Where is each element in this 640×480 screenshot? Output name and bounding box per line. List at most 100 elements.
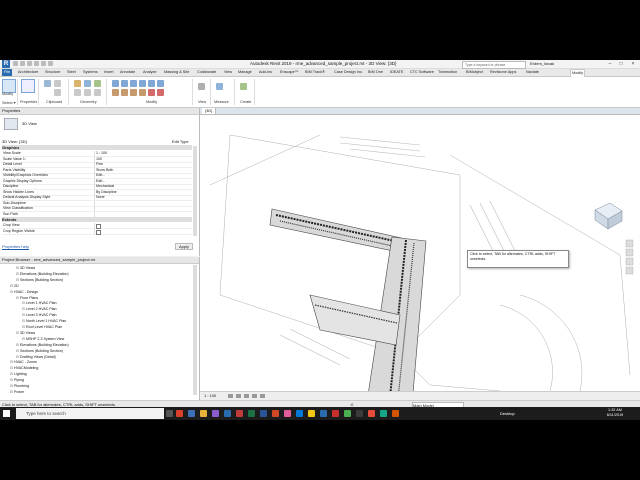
- tab-file[interactable]: File: [2, 69, 12, 76]
- browser-item[interactable]: ⊟ Level 3 HVAC Plan: [22, 313, 57, 318]
- excel-icon[interactable]: [248, 410, 255, 417]
- tab-naviate[interactable]: Naviate: [526, 70, 539, 75]
- split-face-icon[interactable]: [84, 89, 91, 96]
- browser-item[interactable]: ⊟ Roof Level HVAC Plan: [22, 325, 62, 330]
- desktop-toolbar[interactable]: Desktop: [500, 411, 515, 416]
- redo-icon[interactable]: [34, 61, 39, 66]
- copy-icon[interactable]: [54, 89, 61, 96]
- properties-icon[interactable]: [21, 79, 35, 93]
- apply-button[interactable]: Apply: [175, 243, 194, 250]
- taskbar-search[interactable]: Type here to search: [16, 408, 164, 419]
- browser-item[interactable]: ⊟ Plumbing: [10, 384, 29, 389]
- browser-item[interactable]: ⊟ 3D Views: [16, 331, 35, 336]
- cope-icon[interactable]: [74, 80, 81, 87]
- property-row[interactable]: Crop Region Visible: [2, 228, 192, 235]
- tab-revitzone[interactable]: Revitzone Apps: [490, 70, 516, 75]
- browser-item[interactable]: ⊟ HVACModeling: [10, 366, 38, 371]
- property-value[interactable]: Edit...: [96, 179, 105, 184]
- view-tab-3d[interactable]: {3D}: [202, 108, 217, 114]
- instance-filter[interactable]: 3D View: {3D}: [2, 139, 27, 144]
- browser-item[interactable]: ⊟ HVAC - Design: [10, 290, 38, 295]
- browser-item[interactable]: ⊟ Lighting: [10, 372, 27, 377]
- modify-tool-icon[interactable]: [2, 79, 16, 93]
- property-value[interactable]: Show Both: [96, 168, 113, 173]
- detail-level-icon[interactable]: [228, 394, 233, 398]
- building-model-drawing[interactable]: [200, 115, 640, 391]
- tab-manage[interactable]: Manage: [238, 70, 252, 75]
- task-view-icon[interactable]: [166, 410, 173, 417]
- delete-icon[interactable]: [157, 89, 164, 96]
- cut-icon[interactable]: [54, 80, 61, 87]
- create-icon[interactable]: [240, 83, 247, 90]
- tab-ideate[interactable]: IDEATE: [390, 70, 403, 75]
- save-icon[interactable]: [20, 61, 25, 66]
- tab-bim-track[interactable]: BIM Track®: [305, 70, 325, 75]
- visual-style-icon[interactable]: [236, 394, 241, 398]
- property-value[interactable]: Edit...: [96, 173, 105, 178]
- app-icon[interactable]: [296, 410, 303, 417]
- browser-item[interactable]: ⊟ Elevations (Building Elevation): [16, 343, 69, 348]
- trim-icon[interactable]: [112, 89, 119, 96]
- panel-label-select[interactable]: Select ▾: [2, 100, 16, 105]
- browser-item[interactable]: ⊟ Sections (Building Section): [16, 278, 63, 283]
- app-icon[interactable]: [356, 410, 363, 417]
- revit-taskbar-icon[interactable]: [224, 410, 231, 417]
- shadows-icon[interactable]: [252, 394, 257, 398]
- tab-case-design[interactable]: Case Design Inc.: [334, 70, 363, 75]
- browser-scrollbar[interactable]: [193, 265, 197, 395]
- tab-structure[interactable]: Structure: [45, 70, 60, 75]
- browser-item[interactable]: ⊟ Elevations (Building Elevation): [16, 272, 69, 277]
- tab-architecture[interactable]: Architecture: [18, 70, 38, 75]
- browser-item[interactable]: ⊟ Drafting Views (Detail): [16, 355, 56, 360]
- user-name[interactable]: Erdem_ilovak: [530, 61, 554, 66]
- split-icon[interactable]: [121, 89, 128, 96]
- scale-icon[interactable]: [139, 89, 146, 96]
- tab-steel[interactable]: Steel: [67, 70, 76, 75]
- windows-start-icon[interactable]: [3, 410, 10, 417]
- tab-insert[interactable]: Insert: [104, 70, 114, 75]
- view-icon[interactable]: [198, 83, 205, 90]
- minimize-icon[interactable]: –: [605, 60, 615, 68]
- browser-item[interactable]: ⊟ Floor Plans: [16, 296, 38, 301]
- measure-tool-icon[interactable]: [216, 83, 223, 90]
- tab-twinmotion[interactable]: Twinmotion: [438, 70, 457, 75]
- tab-systems[interactable]: Systems: [83, 70, 98, 75]
- crop-view-icon[interactable]: [260, 394, 265, 398]
- edit-type-button[interactable]: Edit Type: [172, 139, 189, 144]
- paint-icon[interactable]: [94, 89, 101, 96]
- app-icon[interactable]: [188, 410, 195, 417]
- close-icon[interactable]: ×: [628, 60, 638, 68]
- align-icon[interactable]: [112, 80, 119, 87]
- property-value[interactable]: By Discipline: [96, 190, 117, 195]
- app-icon[interactable]: [212, 410, 219, 417]
- browser-item[interactable]: ⊟ Power: [10, 390, 24, 395]
- tab-bim-one[interactable]: BIM One: [368, 70, 383, 75]
- sun-path-icon[interactable]: [244, 394, 249, 398]
- browser-item[interactable]: ⊟ Level 1 HVAC Plan: [22, 301, 57, 306]
- maximize-icon[interactable]: □: [616, 60, 626, 68]
- properties-scrollbar[interactable]: [193, 146, 197, 236]
- app-icon[interactable]: [332, 410, 339, 417]
- tab-enscape[interactable]: Enscape™: [280, 70, 299, 75]
- powerpoint-icon[interactable]: [272, 410, 279, 417]
- tab-view[interactable]: View: [224, 70, 232, 75]
- tab-collaborate[interactable]: Collaborate: [197, 70, 216, 75]
- app-icon[interactable]: [344, 410, 351, 417]
- graphics-section[interactable]: Graphics: [2, 145, 192, 150]
- tab-annotate[interactable]: Annotate: [120, 70, 135, 75]
- system-clock[interactable]: 1:32 AM 6/11/2019: [600, 408, 630, 418]
- properties-help-link[interactable]: Properties help: [2, 244, 29, 249]
- tab-bimobject[interactable]: BIMobject: [466, 70, 483, 75]
- undo-icon[interactable]: [27, 61, 32, 66]
- tab-modify[interactable]: Modify: [570, 69, 586, 77]
- property-value[interactable]: None: [96, 195, 105, 200]
- browser-item[interactable]: ⊟ 2D: [10, 284, 19, 289]
- app-icon[interactable]: [284, 410, 291, 417]
- mirror-icon[interactable]: [130, 80, 137, 87]
- browser-item[interactable]: ⊟ HVAC - Zones: [10, 360, 37, 365]
- app-icon[interactable]: [392, 410, 399, 417]
- app-icon[interactable]: [308, 410, 315, 417]
- property-value[interactable]: Fine: [96, 162, 103, 167]
- browser-item[interactable]: ⊟ North Level 1 HVAC Plan: [22, 319, 66, 324]
- wall-joins-icon[interactable]: [74, 89, 81, 96]
